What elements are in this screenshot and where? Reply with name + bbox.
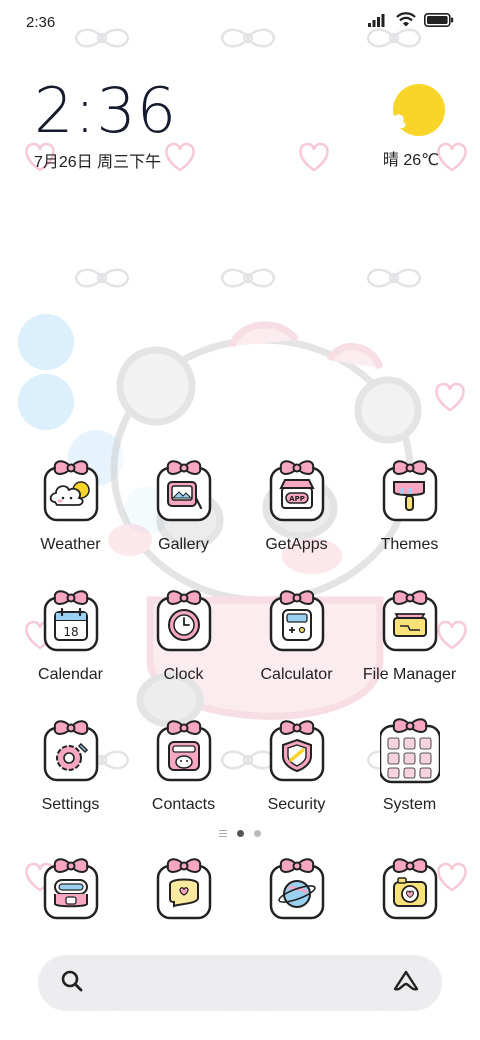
getapps-icon: APP — [267, 458, 327, 524]
app-settings[interactable]: Settings — [14, 718, 127, 814]
app-calculator[interactable]: Calculator — [240, 588, 353, 684]
dock-app-browser[interactable] — [240, 856, 353, 922]
app-file-manager[interactable]: File Manager — [353, 588, 466, 684]
settings-icon — [41, 718, 101, 784]
calendar-icon: 18 — [41, 588, 101, 654]
app-security[interactable]: Security — [240, 718, 353, 814]
contacts-icon — [154, 718, 214, 784]
dock-app-chat[interactable] — [127, 856, 240, 922]
file-manager-icon — [380, 588, 440, 654]
status-bar: 2:36 — [0, 0, 480, 44]
search-icon[interactable] — [60, 969, 84, 998]
security-icon — [267, 718, 327, 784]
clock-widget[interactable]: 2:36 7月26日 周三下午 — [34, 78, 177, 172]
app-label: Clock — [163, 666, 204, 683]
app-contacts[interactable]: Contacts — [127, 718, 240, 814]
app-label: File Manager — [362, 666, 457, 683]
gallery-icon — [154, 458, 214, 524]
app-label: Gallery — [158, 536, 209, 553]
widget-time: 2:36 — [34, 74, 178, 147]
app-label: Calendar — [38, 666, 103, 683]
page-dot-active — [237, 830, 244, 837]
search-bar[interactable] — [38, 955, 442, 1011]
weather-icon — [41, 458, 101, 524]
wifi-icon — [396, 12, 416, 32]
page-indicator[interactable] — [0, 830, 480, 837]
app-calendar[interactable]: 18 Calendar — [14, 588, 127, 684]
sunny-cloud-icon — [376, 84, 446, 140]
dock-app-messages[interactable] — [14, 856, 127, 922]
status-icons — [368, 12, 454, 32]
page-dot — [254, 830, 261, 837]
app-label: Themes — [380, 536, 439, 553]
calendar-day: 18 — [63, 625, 78, 639]
weather-text: 晴 26℃ — [382, 152, 440, 169]
svg-text:APP: APP — [289, 495, 305, 503]
app-themes[interactable]: Themes — [353, 458, 466, 554]
app-grid: Weather Gallery APP GetApps Themes 18 Ca… — [14, 458, 466, 814]
app-label: Contacts — [151, 796, 216, 813]
list-view-icon — [219, 830, 227, 837]
weather-widget[interactable]: 晴 26℃ — [376, 84, 446, 170]
app-label: Weather — [40, 536, 101, 553]
app-getapps[interactable]: APP GetApps — [240, 458, 353, 554]
app-label: System — [382, 796, 437, 813]
assistant-icon[interactable] — [392, 969, 420, 998]
chat-icon — [154, 856, 214, 922]
app-gallery[interactable]: Gallery — [127, 458, 240, 554]
signal-icon — [368, 13, 388, 32]
app-clock[interactable]: Clock — [127, 588, 240, 684]
app-weather[interactable]: Weather — [14, 458, 127, 554]
dock — [14, 856, 466, 922]
app-system-folder[interactable]: System — [353, 718, 466, 814]
app-label: GetApps — [265, 536, 328, 553]
battery-icon — [424, 12, 454, 32]
camera-icon — [380, 856, 440, 922]
dock-app-camera[interactable] — [353, 856, 466, 922]
clock-icon — [154, 588, 214, 654]
app-label: Calculator — [260, 666, 333, 683]
app-label: Settings — [41, 796, 100, 813]
status-time: 2:36 — [26, 13, 56, 31]
themes-icon — [380, 458, 440, 524]
app-label: Security — [267, 796, 326, 813]
widget-date: 7月26日 周三下午 — [34, 154, 162, 171]
system-folder-icon — [379, 718, 440, 784]
messages-icon — [41, 856, 101, 922]
browser-icon — [267, 856, 327, 922]
calculator-icon — [267, 588, 327, 654]
